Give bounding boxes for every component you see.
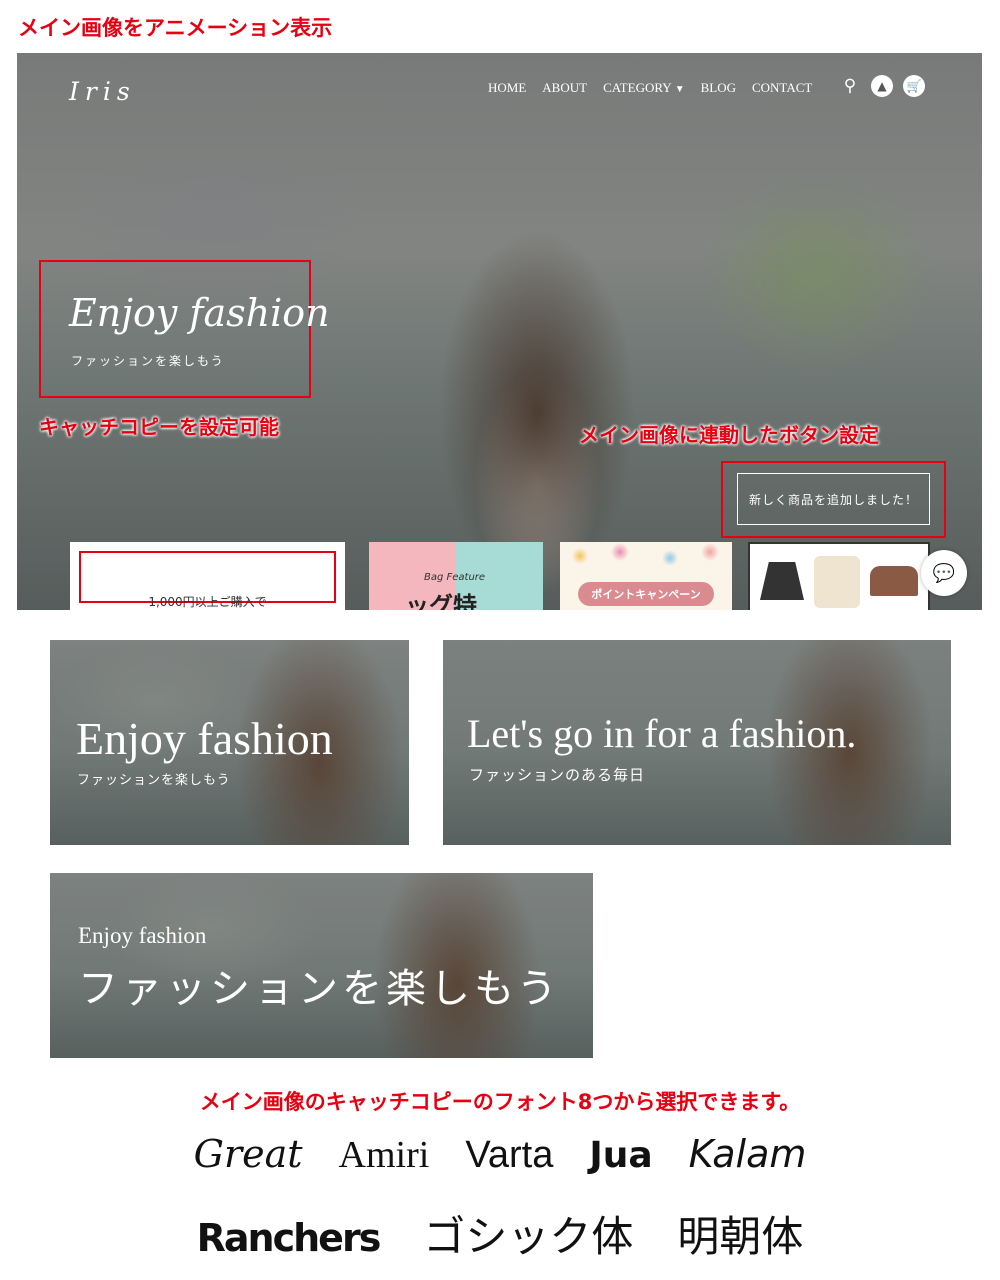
main-nav: HOME ABOUT CATEGORY ▼ BLOG CONTACT bbox=[488, 80, 812, 96]
font-sample-kalam: Kalam bbox=[688, 1132, 807, 1176]
font-sample-mincho: 明朝体 bbox=[677, 1212, 804, 1261]
catch-copy-sample-1: Enjoy fashion ファッションを楽しもう bbox=[50, 640, 409, 845]
flower-decoration bbox=[560, 542, 732, 572]
banner-main-text: Enjoy fashion bbox=[78, 923, 207, 948]
banner-main-text: Enjoy fashion bbox=[76, 713, 333, 764]
font-sample-jua: Jua bbox=[589, 1135, 653, 1176]
annotation-button: メイン画像に連動したボタン設定 bbox=[579, 423, 879, 447]
banner-card-points[interactable]: ポイントキャンペーン bbox=[560, 542, 732, 610]
font-sample-gothic: ゴシック体 bbox=[423, 1212, 634, 1261]
card-heading: ッグ特 bbox=[405, 592, 477, 610]
cart-icon[interactable]: 🛒 bbox=[903, 75, 925, 97]
banner-sub-text: ファッションを楽しもう bbox=[78, 966, 561, 1012]
card-text: 1,000円以上ご購入で bbox=[148, 595, 267, 609]
banner-sub-text: ファッションのある毎日 bbox=[469, 766, 646, 784]
catch-copy-sample-2: Let's go in for a fashion. ファッションのある毎日 bbox=[443, 640, 951, 845]
nav-home[interactable]: HOME bbox=[488, 80, 526, 96]
account-icon[interactable]: ▲ bbox=[871, 75, 893, 97]
banner-card-shipping[interactable]: 1,000円以上ご購入で bbox=[70, 542, 345, 610]
nav-category[interactable]: CATEGORY ▼ bbox=[603, 80, 685, 96]
search-icon[interactable]: ⚲ bbox=[839, 76, 861, 96]
font-samples-row-1: Great Amiri Varta Jua Kalam bbox=[0, 1132, 1000, 1177]
nav-icons: ⚲ ▲ 🛒 bbox=[839, 75, 925, 97]
banner-sub-text: ファッションを楽しもう bbox=[77, 773, 231, 788]
font-sample-varta: Varta bbox=[465, 1134, 554, 1176]
section-title-animation: メイン画像をアニメーション表示 bbox=[18, 16, 333, 40]
chat-icon[interactable]: 💬 bbox=[921, 550, 967, 596]
font-samples-row-2: Ranchers ゴシック体 明朝体 bbox=[0, 1203, 1000, 1264]
section-title-fonts: メイン画像のキャッチコピーのフォント8つから選択できます。 bbox=[199, 1090, 801, 1114]
font-sample-amiri: Amiri bbox=[338, 1134, 430, 1176]
catch-copy: Enjoy fashion bbox=[69, 291, 330, 335]
heels-image bbox=[870, 566, 918, 596]
card-pill: ポイントキャンペーン bbox=[578, 582, 714, 606]
card-script: Bag Feature bbox=[424, 572, 486, 583]
site-logo[interactable]: Iris bbox=[69, 77, 136, 106]
chevron-down-icon: ▼ bbox=[674, 84, 685, 95]
nav-category-label: CATEGORY bbox=[603, 80, 672, 95]
nav-about[interactable]: ABOUT bbox=[542, 80, 587, 96]
catch-copy-sample-3: Enjoy fashion ファッションを楽しもう bbox=[50, 873, 593, 1058]
font-sample-ranchers: Ranchers bbox=[196, 1216, 382, 1260]
hero-screenshot: Iris HOME ABOUT CATEGORY ▼ BLOG CONTACT ⚲… bbox=[17, 53, 982, 610]
catch-copy-sub: ファッションを楽しもう bbox=[71, 354, 225, 368]
font-sample-great: Great bbox=[193, 1132, 303, 1176]
annotation-catch-copy: キャッチコピーを設定可能 bbox=[39, 415, 279, 439]
nav-blog[interactable]: BLOG bbox=[701, 80, 736, 96]
banner-card-items[interactable] bbox=[748, 542, 930, 610]
banner-card-bag[interactable]: Bag Feature ッグ特 bbox=[369, 542, 543, 610]
nav-contact[interactable]: CONTACT bbox=[752, 80, 812, 96]
new-products-button[interactable]: 新しく商品を追加しました！ bbox=[737, 473, 930, 525]
dress-image bbox=[814, 556, 860, 608]
skirt-image bbox=[760, 562, 804, 600]
banner-main-text: Let's go in for a fashion. bbox=[467, 711, 857, 756]
